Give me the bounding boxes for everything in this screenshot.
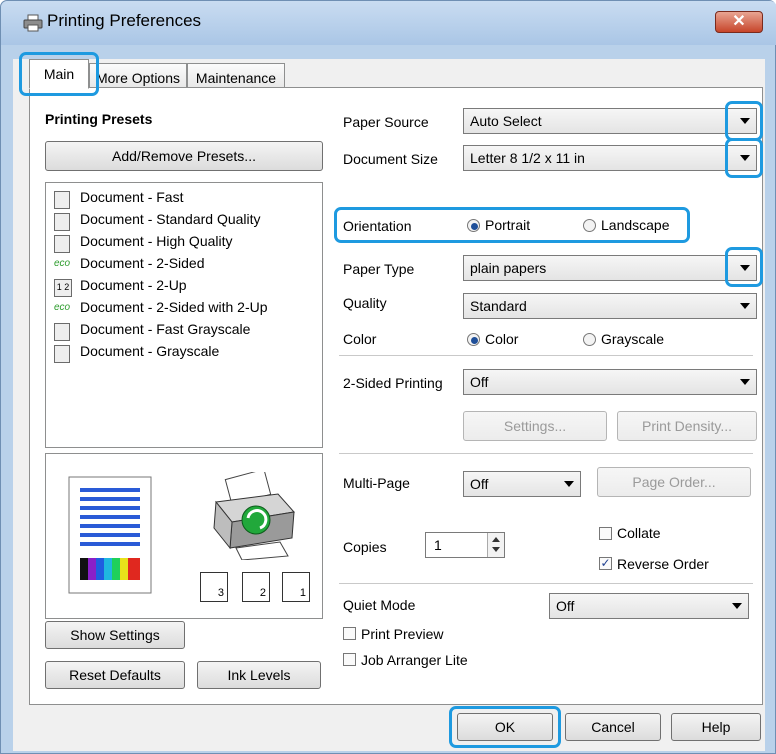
show-settings-button[interactable]: Show Settings xyxy=(45,621,185,649)
two-sided-printing-select[interactable]: Off xyxy=(463,369,757,395)
two-up-icon: 1 2 xyxy=(54,279,72,297)
reverse-order-checkbox[interactable]: ✓ xyxy=(599,557,612,570)
paper-source-select[interactable]: Auto Select xyxy=(463,108,757,134)
multi-page-select[interactable]: Off xyxy=(463,471,581,497)
printer-graphic-icon xyxy=(213,472,295,560)
title-bar[interactable]: Printing Preferences ✕ xyxy=(1,1,776,45)
collate-checkbox[interactable] xyxy=(599,527,612,540)
document-icon xyxy=(54,213,70,231)
quality-select[interactable]: Standard xyxy=(463,293,757,319)
separator xyxy=(339,583,753,584)
document-size-label: Document Size xyxy=(343,151,438,167)
color-radio[interactable] xyxy=(467,333,480,346)
paper-source-label: Paper Source xyxy=(343,114,429,130)
page-order-button[interactable]: Page Order... xyxy=(597,467,751,497)
close-button[interactable]: ✕ xyxy=(715,11,763,33)
page-stack-icon-2: 2 xyxy=(242,572,270,602)
separator xyxy=(339,355,753,356)
document-size-select[interactable]: Letter 8 1/2 x 11 in xyxy=(463,145,757,171)
document-icon xyxy=(54,191,70,209)
add-remove-presets-button[interactable]: Add/Remove Presets... xyxy=(45,141,323,171)
reverse-order-label[interactable]: Reverse Order xyxy=(617,556,709,572)
document-icon xyxy=(54,345,70,363)
multi-page-label: Multi-Page xyxy=(343,475,410,491)
two-sided-printing-label: 2-Sided Printing xyxy=(343,375,443,391)
paper-source-dropdown-highlight xyxy=(725,101,763,141)
print-preview-checkbox[interactable] xyxy=(343,627,356,640)
printing-preferences-window: Printing Preferences ✕ More Options Main… xyxy=(0,0,776,754)
color-option-label[interactable]: Color xyxy=(485,331,518,347)
tab-main-highlight xyxy=(19,52,99,96)
help-button[interactable]: Help xyxy=(671,713,761,741)
document-icon xyxy=(54,323,70,341)
printing-presets-heading: Printing Presets xyxy=(45,111,153,127)
eco-icon: eco xyxy=(54,258,71,269)
page-stack-icon-1: 1 xyxy=(282,572,310,602)
copies-spinner[interactable] xyxy=(487,533,504,557)
orientation-label: Orientation xyxy=(343,218,412,234)
document-icon xyxy=(54,235,70,253)
ink-levels-button[interactable]: Ink Levels xyxy=(197,661,321,689)
page-stack-icon-3: 3 xyxy=(200,572,228,602)
presets-list[interactable]: Document - Fast Document - Standard Qual… xyxy=(45,182,323,448)
grayscale-option-label[interactable]: Grayscale xyxy=(601,331,664,347)
settings-button[interactable]: Settings... xyxy=(463,411,607,441)
spin-down-icon[interactable] xyxy=(492,547,500,552)
paper-type-label: Paper Type xyxy=(343,261,415,277)
landscape-radio[interactable] xyxy=(583,219,596,232)
portrait-radio[interactable] xyxy=(467,219,480,232)
cancel-button[interactable]: Cancel xyxy=(565,713,661,741)
print-density-button[interactable]: Print Density... xyxy=(617,411,757,441)
color-label: Color xyxy=(343,331,377,347)
quiet-mode-select[interactable]: Off xyxy=(549,593,749,619)
printer-icon xyxy=(23,14,43,32)
job-arranger-label[interactable]: Job Arranger Lite xyxy=(361,652,468,668)
spin-up-icon[interactable] xyxy=(492,537,500,542)
reset-defaults-button[interactable]: Reset Defaults xyxy=(45,661,185,689)
print-preview-label[interactable]: Print Preview xyxy=(361,626,443,642)
landscape-label[interactable]: Landscape xyxy=(601,217,670,233)
eco-icon: eco xyxy=(54,302,71,313)
quiet-mode-label: Quiet Mode xyxy=(343,597,416,613)
paper-type-dropdown-highlight xyxy=(725,247,763,287)
grayscale-radio[interactable] xyxy=(583,333,596,346)
job-arranger-checkbox[interactable] xyxy=(343,653,356,666)
collate-label[interactable]: Collate xyxy=(617,525,661,541)
page-preview-icon xyxy=(68,476,152,594)
document-size-dropdown-highlight xyxy=(725,138,763,178)
print-preview-graphic: 3 2 1 xyxy=(45,453,323,619)
paper-type-select[interactable]: plain papers xyxy=(463,255,757,281)
copies-label: Copies xyxy=(343,539,387,555)
quality-label: Quality xyxy=(343,295,387,311)
portrait-label[interactable]: Portrait xyxy=(485,217,530,233)
window-title: Printing Preferences xyxy=(47,11,202,30)
ok-button-highlight xyxy=(449,706,561,748)
separator xyxy=(339,453,753,454)
